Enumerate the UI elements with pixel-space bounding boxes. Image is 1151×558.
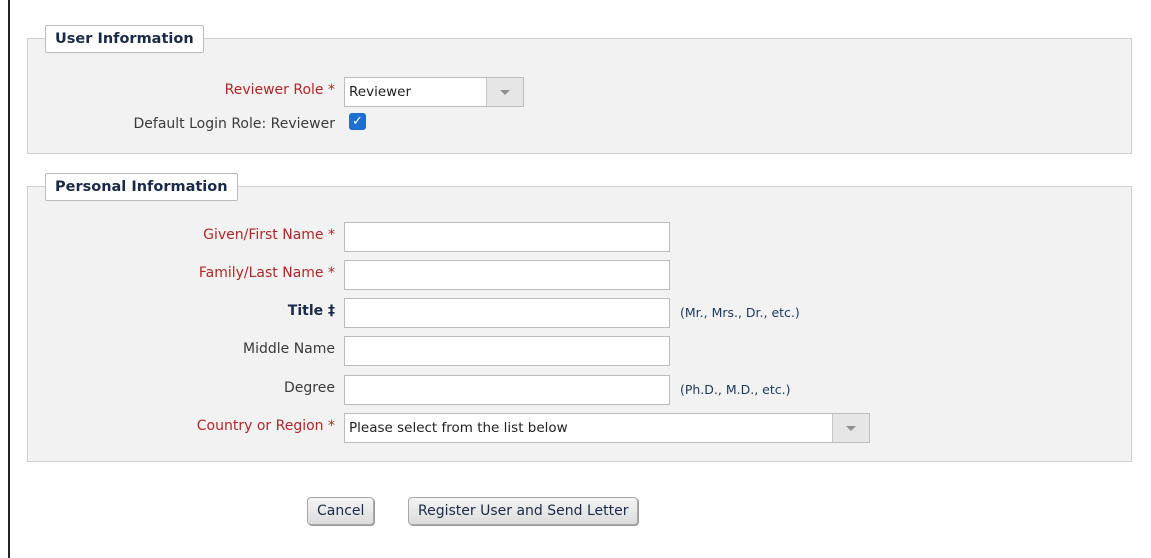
personal-information-section: Personal Information Given/First Name * … [27, 173, 1132, 462]
check-icon: ✓ [352, 114, 363, 129]
personal-information-legend: Personal Information [45, 173, 238, 201]
reviewer-role-select[interactable]: Reviewer [344, 77, 524, 107]
title-label: Title ‡ [287, 303, 335, 319]
chevron-down-icon[interactable] [486, 78, 523, 106]
title-row: Title ‡ (Mr., Mrs., Dr., etc.) [28, 298, 1131, 328]
family-name-input[interactable] [344, 260, 670, 290]
page-left-border [8, 0, 10, 558]
title-input[interactable] [344, 298, 670, 328]
given-name-label: Given/First Name * [203, 227, 335, 243]
default-login-label: Default Login Role: Reviewer [133, 116, 335, 132]
country-row: Country or Region * Please select from t… [28, 413, 1131, 443]
given-name-row: Given/First Name * [28, 222, 1131, 252]
default-login-checkbox[interactable]: ✓ [349, 113, 366, 130]
degree-hint: (Ph.D., M.D., etc.) [680, 382, 791, 397]
user-information-section: User Information Reviewer Role * Reviewe… [27, 25, 1132, 154]
degree-label: Degree [284, 380, 335, 396]
family-name-row: Family/Last Name * [28, 260, 1131, 290]
register-user-button[interactable]: Register User and Send Letter [408, 497, 639, 525]
country-label: Country or Region * [196, 418, 335, 434]
given-name-input[interactable] [344, 222, 670, 252]
family-name-label: Family/Last Name * [198, 265, 335, 281]
chevron-down-icon[interactable] [832, 414, 869, 442]
middle-name-label: Middle Name [243, 341, 335, 357]
country-value: Please select from the list below [349, 420, 568, 436]
default-login-row: Default Login Role: Reviewer ✓ [28, 111, 1131, 137]
reviewer-role-label: Reviewer Role * [224, 82, 335, 98]
degree-input[interactable] [344, 375, 670, 405]
title-hint: (Mr., Mrs., Dr., etc.) [680, 305, 800, 320]
cancel-button[interactable]: Cancel [307, 497, 375, 525]
middle-name-row: Middle Name [28, 336, 1131, 366]
user-information-legend: User Information [45, 25, 204, 53]
reviewer-role-value: Reviewer [349, 84, 412, 100]
reviewer-role-row: Reviewer Role * Reviewer [28, 77, 1131, 107]
middle-name-input[interactable] [344, 336, 670, 366]
degree-row: Degree (Ph.D., M.D., etc.) [28, 375, 1131, 405]
country-select[interactable]: Please select from the list below [344, 413, 870, 443]
